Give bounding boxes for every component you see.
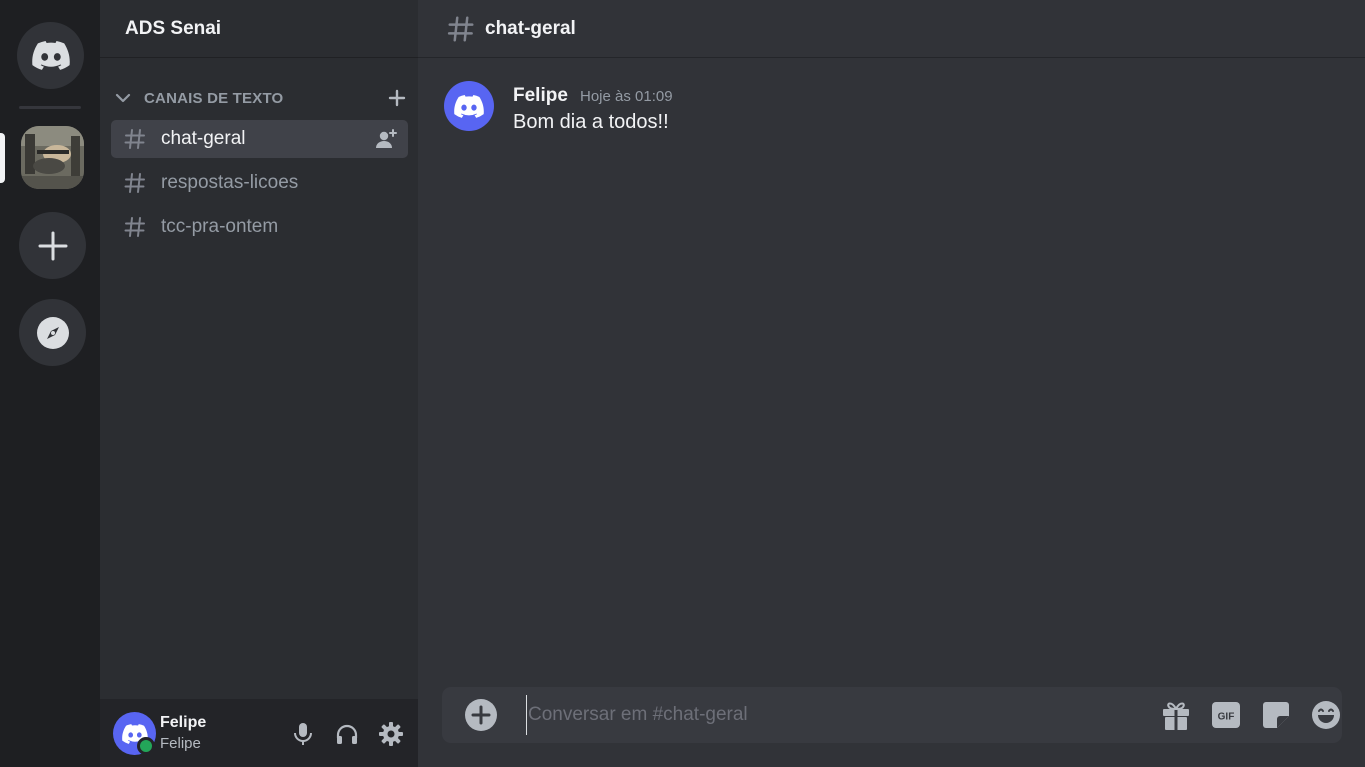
channel-name: tcc-pra-ontem bbox=[161, 216, 279, 237]
selected-server-indicator bbox=[0, 133, 5, 183]
emoji-button[interactable] bbox=[1309, 698, 1343, 732]
channel-sidebar: ADS Senai CANAIS DE TEXTO chat-geral res… bbox=[100, 0, 418, 767]
server-icon-ads-senai[interactable] bbox=[21, 126, 84, 189]
user-panel: Felipe Felipe bbox=[100, 699, 418, 767]
sticker-icon bbox=[1263, 702, 1289, 728]
user-display-name: Felipe bbox=[160, 714, 207, 731]
message-content: Bom dia a todos!! bbox=[513, 111, 669, 133]
microphone-icon bbox=[294, 723, 312, 745]
message-timestamp: Hoje às 01:09 bbox=[580, 88, 673, 105]
create-invite-icon[interactable] bbox=[374, 127, 398, 151]
message-item: Felipe Hoje às 01:09 Bom dia a todos!! bbox=[444, 81, 1344, 141]
gif-button[interactable]: GIF bbox=[1209, 698, 1243, 732]
mute-button[interactable] bbox=[290, 721, 316, 747]
emoji-icon bbox=[1312, 701, 1340, 729]
channel-item-chat-geral[interactable]: chat-geral bbox=[111, 120, 408, 158]
chat-area: chat-geral Felipe Hoje às 01:09 Bom dia … bbox=[418, 0, 1365, 767]
channel-header: chat-geral bbox=[418, 0, 1365, 57]
create-channel-plus-icon[interactable] bbox=[386, 87, 408, 109]
chevron-down-icon bbox=[115, 93, 131, 103]
user-settings-button[interactable] bbox=[378, 721, 404, 747]
plus-icon bbox=[38, 231, 67, 260]
channel-title: chat-geral bbox=[485, 18, 576, 39]
compass-icon bbox=[36, 316, 69, 349]
channel-name: chat-geral bbox=[161, 128, 246, 149]
add-attachment-icon[interactable] bbox=[464, 698, 498, 732]
hash-icon bbox=[447, 16, 474, 42]
explore-servers-button[interactable] bbox=[19, 299, 86, 366]
discord-logo-icon bbox=[31, 41, 70, 70]
add-server-button[interactable] bbox=[19, 212, 86, 279]
message-author[interactable]: Felipe bbox=[513, 85, 568, 107]
avatar[interactable] bbox=[444, 81, 494, 131]
gif-icon: GIF bbox=[1212, 702, 1240, 728]
rail-separator bbox=[19, 106, 81, 109]
server-rail bbox=[0, 0, 100, 767]
sticker-button[interactable] bbox=[1259, 698, 1293, 732]
channel-item-respostas-licoes[interactable]: respostas-licoes bbox=[111, 164, 408, 202]
message-composer: GIF bbox=[442, 687, 1342, 743]
svg-text:GIF: GIF bbox=[1218, 712, 1235, 723]
gear-icon bbox=[379, 722, 403, 746]
category-label: CANAIS DE TEXTO bbox=[144, 90, 284, 107]
category-text-channels[interactable]: CANAIS DE TEXTO bbox=[100, 84, 418, 112]
home-button[interactable] bbox=[17, 22, 84, 89]
channel-item-tcc-pra-ontem[interactable]: tcc-pra-ontem bbox=[111, 208, 408, 246]
message-input[interactable] bbox=[526, 695, 1146, 735]
server-image bbox=[21, 126, 84, 189]
server-header[interactable]: ADS Senai bbox=[100, 0, 418, 57]
hash-icon bbox=[124, 129, 145, 149]
discord-logo-icon bbox=[454, 94, 484, 118]
gift-icon bbox=[1163, 702, 1189, 730]
hash-icon bbox=[124, 173, 145, 193]
server-name: ADS Senai bbox=[125, 17, 222, 39]
online-status-indicator bbox=[137, 737, 155, 755]
headphones-icon bbox=[336, 724, 358, 744]
deafen-button[interactable] bbox=[334, 721, 360, 747]
hash-icon bbox=[124, 217, 145, 237]
channel-name: respostas-licoes bbox=[161, 172, 299, 193]
gift-button[interactable] bbox=[1159, 698, 1193, 732]
user-username: Felipe bbox=[160, 735, 201, 752]
